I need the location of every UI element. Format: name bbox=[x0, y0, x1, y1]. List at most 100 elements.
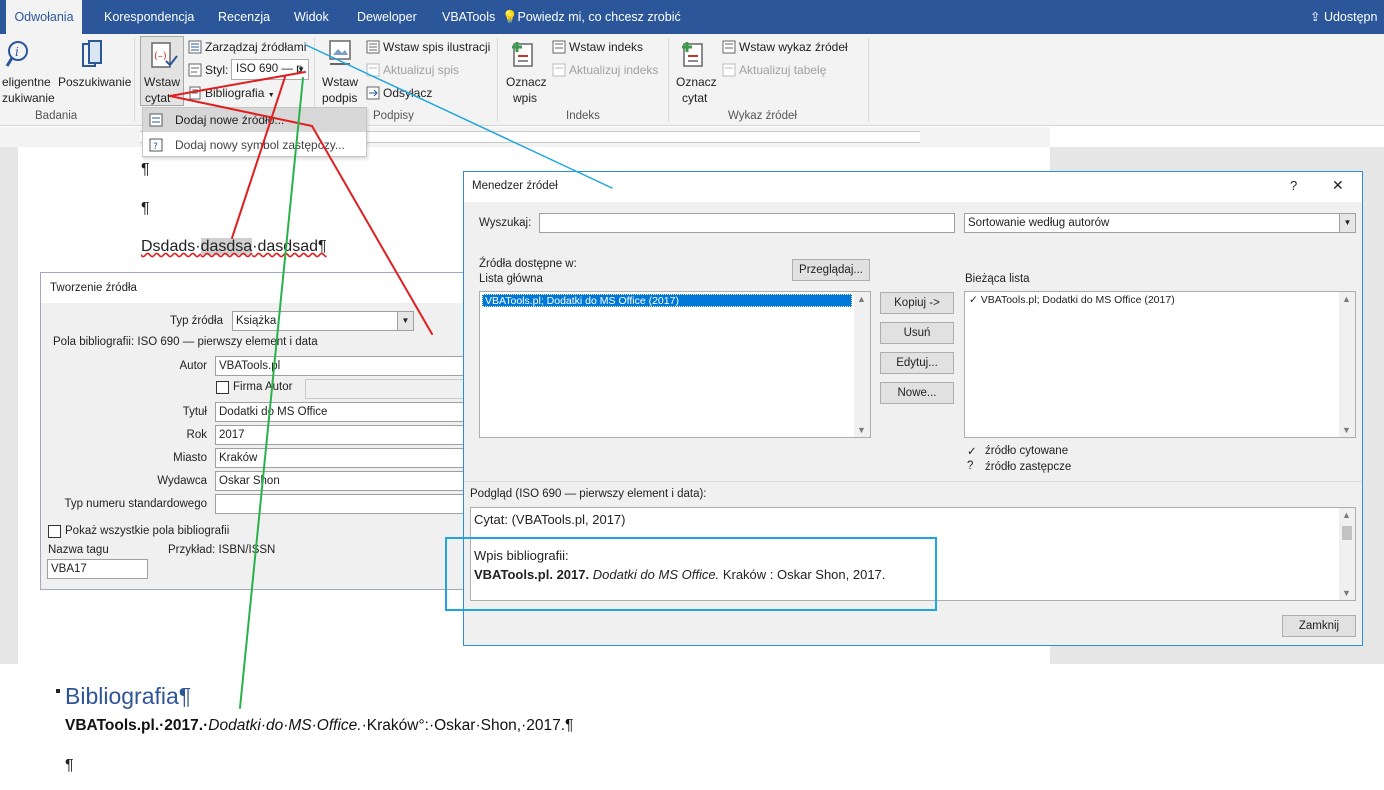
legend-placeholder-label: źródło zastępcze bbox=[985, 461, 1072, 473]
insert-index-button[interactable]: Wstaw indeks bbox=[569, 40, 643, 54]
svg-text:(–): (–) bbox=[154, 51, 167, 62]
legend-check-icon: ✓ bbox=[967, 446, 977, 458]
cross-reference-icon bbox=[366, 86, 380, 100]
new-button[interactable]: Nowe... bbox=[880, 382, 954, 404]
standard-number-input[interactable] bbox=[215, 494, 467, 514]
update-table-of-authorities-button[interactable]: Aktualizuj tabelę bbox=[739, 63, 826, 77]
corporate-author-input[interactable] bbox=[305, 379, 467, 399]
master-list-scrollbar[interactable]: ▲ ▼ bbox=[854, 292, 870, 437]
current-list-scrollbar[interactable]: ▲ ▼ bbox=[1339, 292, 1355, 437]
scroll-down-icon[interactable]: ▼ bbox=[1342, 588, 1351, 598]
tab-review[interactable]: Recenzja bbox=[212, 0, 276, 34]
group-separator bbox=[868, 38, 869, 122]
insert-caption-label-1[interactable]: Wstaw bbox=[322, 75, 358, 89]
placeholder-icon: ? bbox=[149, 138, 163, 152]
update-table-of-authorities-icon bbox=[722, 63, 736, 77]
manage-sources-button[interactable]: Zarządzaj źródłami bbox=[205, 40, 306, 54]
researcher-icon bbox=[82, 40, 102, 67]
bibliography-button[interactable]: Bibliografia ▼ bbox=[205, 86, 275, 100]
preview-box[interactable]: Cytat: (VBATools.pl, 2017) Wpis bibliogr… bbox=[470, 507, 1356, 601]
scroll-up-icon[interactable]: ▲ bbox=[1342, 510, 1351, 520]
insert-caption-label-2[interactable]: podpis bbox=[322, 91, 357, 105]
mark-entry-label-2[interactable]: wpis bbox=[513, 91, 537, 105]
bib-entry-rest: ·Kraków°:·Oskar·Shon,·2017.¶ bbox=[361, 717, 574, 734]
help-button[interactable]: ? bbox=[1290, 178, 1297, 193]
current-list-item[interactable]: ✓ VBATools.pl; Dodatki do MS Office (201… bbox=[969, 294, 1175, 306]
researcher-button[interactable]: Poszukiwanie bbox=[58, 75, 131, 89]
mark-citation-label-1[interactable]: Oznacz bbox=[676, 75, 717, 89]
bib-entry-author: VBATools.pl.·2017.· bbox=[65, 717, 209, 734]
close-button[interactable]: Zamknij bbox=[1282, 615, 1356, 637]
update-table-of-figures-button[interactable]: Aktualizuj spis bbox=[383, 63, 459, 77]
bib-entry-title: Dodatki·do·MS·Office. bbox=[208, 717, 362, 734]
svg-text:?: ? bbox=[153, 142, 158, 152]
chevron-down-icon: ▼ bbox=[297, 65, 305, 74]
divider bbox=[464, 481, 1362, 482]
city-input[interactable]: Kraków bbox=[215, 448, 467, 468]
scroll-up-icon[interactable]: ▲ bbox=[1342, 294, 1351, 304]
share-button[interactable]: ⇪ Udostępn bbox=[1310, 0, 1377, 34]
group-captions-label: Podpisy bbox=[373, 110, 414, 122]
tab-developer[interactable]: Deweloper bbox=[351, 0, 423, 34]
master-list-item[interactable]: VBATools.pl; Dodatki do MS Office (2017) bbox=[482, 294, 852, 307]
scroll-up-icon[interactable]: ▲ bbox=[857, 294, 866, 304]
year-input[interactable]: 2017 bbox=[215, 425, 467, 445]
search-input[interactable] bbox=[539, 213, 955, 233]
table-of-figures-icon bbox=[366, 40, 380, 54]
insert-caption-icon bbox=[329, 40, 351, 65]
tab-vbatools[interactable]: VBATools bbox=[436, 0, 501, 34]
source-type-select[interactable]: Książka ▼ bbox=[232, 311, 414, 331]
tab-mailings[interactable]: Korespondencja bbox=[98, 0, 200, 34]
title-input[interactable]: Dodatki do MS Office bbox=[215, 402, 467, 422]
standard-number-label: Typ numeru standardowego bbox=[64, 498, 207, 510]
corporate-author-checkbox[interactable] bbox=[216, 381, 229, 394]
scroll-down-icon[interactable]: ▼ bbox=[1342, 425, 1351, 435]
cross-reference-button[interactable]: Odsyłacz bbox=[383, 86, 432, 100]
publisher-input[interactable]: Oskar Shon bbox=[215, 471, 467, 491]
close-icon[interactable]: ✕ bbox=[1332, 177, 1344, 194]
master-list-box[interactable]: VBATools.pl; Dodatki do MS Office (2017)… bbox=[479, 291, 871, 438]
preview-author: VBATools.pl. 2017. bbox=[474, 567, 590, 582]
source-type-label: Typ źródła bbox=[169, 315, 223, 327]
scroll-thumb[interactable] bbox=[1342, 526, 1352, 540]
author-input[interactable]: VBATools.pl bbox=[215, 356, 467, 376]
style-dropdown[interactable]: ISO 690 — p ▼ bbox=[231, 59, 309, 80]
mark-entry-label-1[interactable]: Oznacz bbox=[506, 75, 547, 89]
show-all-fields-checkbox[interactable] bbox=[48, 525, 61, 538]
browse-button[interactable]: Przeglądaj... bbox=[792, 259, 870, 281]
publisher-label: Wydawca bbox=[157, 475, 207, 487]
tab-references[interactable]: Odwołania bbox=[6, 0, 82, 34]
tab-view[interactable]: Widok bbox=[288, 0, 335, 34]
text-suffix: ·dasdsad¶ bbox=[252, 238, 327, 255]
update-table-icon bbox=[366, 63, 380, 77]
group-separator bbox=[497, 38, 498, 122]
document-text-line[interactable]: Dsdads·dasdsa·dasdsad¶ bbox=[141, 238, 327, 256]
mark-citation-label-2[interactable]: cytat bbox=[682, 91, 707, 105]
scroll-down-icon[interactable]: ▼ bbox=[857, 425, 866, 435]
sort-select[interactable]: Sortowanie według autorów ▼ bbox=[964, 213, 1356, 233]
preview-scrollbar[interactable]: ▲ ▼ bbox=[1339, 508, 1355, 600]
insert-citation-button[interactable]: (–) Wstaw cytat bbox=[140, 36, 184, 106]
bibliography-entry[interactable]: VBATools.pl.·2017.·Dodatki·do·MS·Office.… bbox=[65, 717, 573, 735]
smart-lookup-label-2[interactable]: zukiwanie bbox=[2, 91, 55, 105]
tell-me-box[interactable]: 💡 Powiedz mi, co chcesz zrobić bbox=[502, 0, 681, 34]
bibliography-heading[interactable]: Bibliografia¶ bbox=[65, 683, 191, 710]
smart-lookup-label-1[interactable]: eligentne bbox=[2, 75, 51, 89]
tag-name-input[interactable]: VBA17 bbox=[47, 559, 148, 579]
author-label: Autor bbox=[179, 360, 208, 372]
citation-preview: Cytat: (VBATools.pl, 2017) bbox=[474, 512, 626, 527]
insert-table-of-figures-button[interactable]: Wstaw spis ilustracji bbox=[383, 40, 490, 54]
update-index-button[interactable]: Aktualizuj indeks bbox=[569, 63, 658, 77]
copy-button[interactable]: Kopiuj -> bbox=[880, 292, 954, 314]
insert-index-icon bbox=[552, 40, 566, 54]
bibliography-dropdown-menu: Dodaj nowe źródło... ? Dodaj nowy symbol… bbox=[142, 107, 367, 157]
add-placeholder-label: Dodaj nowy symbol zastępczy... bbox=[175, 138, 345, 152]
add-placeholder-item[interactable]: ? Dodaj nowy symbol zastępczy... bbox=[143, 133, 366, 157]
insert-table-of-authorities-button[interactable]: Wstaw wykaz źródeł bbox=[739, 40, 848, 54]
mark-entry-icon bbox=[512, 42, 533, 67]
delete-button[interactable]: Usuń bbox=[880, 322, 954, 344]
add-new-source-item[interactable]: Dodaj nowe źródło... bbox=[143, 108, 366, 132]
edit-button[interactable]: Edytuj... bbox=[880, 352, 954, 374]
source-type-value: Książka bbox=[236, 315, 277, 327]
current-list-box[interactable]: ✓ VBATools.pl; Dodatki do MS Office (201… bbox=[964, 291, 1356, 438]
